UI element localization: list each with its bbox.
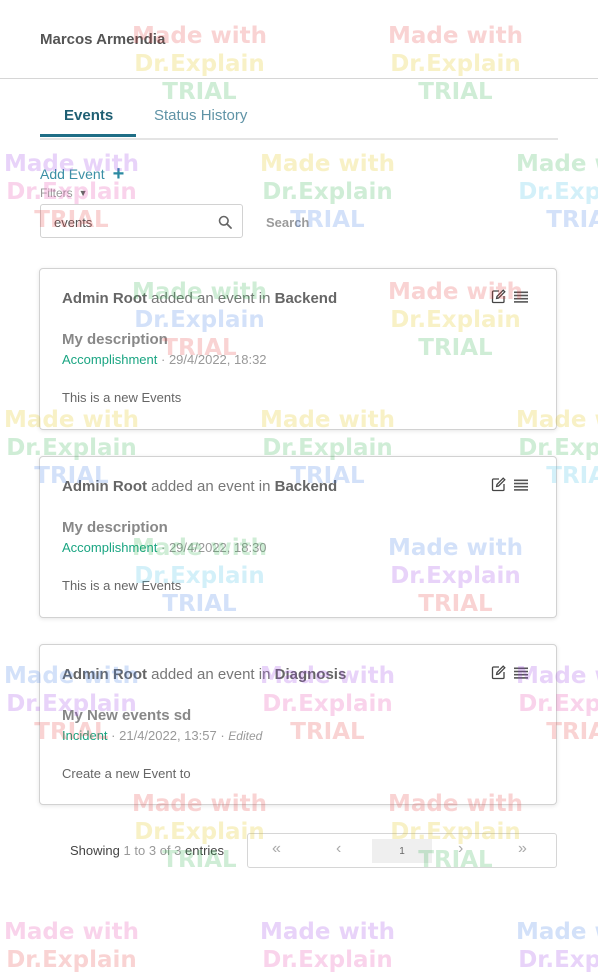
event-title: My New events sd: [62, 707, 192, 724]
meta-separator: ·: [111, 728, 120, 743]
watermark-line: Made with: [260, 919, 395, 945]
event-author: Admin Root: [62, 478, 147, 495]
watermark-line: Made with: [516, 919, 598, 945]
event-description: This is a new Events: [62, 390, 182, 405]
tab-events[interactable]: Events: [64, 107, 113, 124]
meta-separator: ·: [161, 540, 169, 555]
event-meta: Accomplishment · 29/4/2022, 18:32: [62, 352, 267, 367]
watermark: Made with Dr.Explain: [260, 918, 395, 974]
showing-total: 3: [174, 843, 182, 858]
menu-icon[interactable]: [514, 291, 528, 303]
event-added-text: added an event in: [151, 478, 271, 495]
plus-icon: +: [112, 163, 125, 185]
watermark-line: Made with: [4, 919, 139, 945]
watermark-line: Dr.Explain: [518, 947, 598, 973]
event-title: My description: [62, 331, 168, 348]
showing-from: 1: [123, 843, 131, 858]
menu-icon[interactable]: [514, 479, 528, 491]
watermark-line: Dr.Explain: [262, 947, 393, 973]
event-header: Admin Root added an event in Backend: [62, 478, 337, 495]
event-type: Accomplishment: [62, 540, 158, 555]
search-button[interactable]: Search: [266, 215, 309, 230]
event-description: This is a new Events: [62, 578, 182, 593]
event-card: Admin Root added an event in Backend My …: [39, 268, 557, 430]
event-title: My description: [62, 519, 168, 536]
add-event-label: Add Event: [40, 166, 105, 182]
filters-label: Filters: [40, 186, 73, 200]
showing-suffix: entries: [185, 843, 225, 858]
edit-icon[interactable]: [491, 289, 506, 304]
event-meta: Incident · 21/4/2022, 13:57 · Edited: [62, 728, 262, 743]
search-icon[interactable]: [218, 215, 232, 229]
watermark-line: Dr.Explain: [6, 947, 137, 973]
watermark-line: Dr.Explain: [262, 179, 393, 205]
edit-icon[interactable]: [491, 665, 506, 680]
event-category: Backend: [274, 478, 338, 495]
event-added-text: added an event in: [151, 666, 271, 683]
edited-label: Edited: [228, 729, 263, 743]
first-page-button[interactable]: «: [272, 840, 281, 858]
last-page-button[interactable]: »: [518, 840, 527, 858]
prev-page-button[interactable]: ‹: [336, 840, 341, 858]
tab-status-history[interactable]: Status History: [154, 107, 247, 124]
showing-of-word: of: [159, 843, 171, 858]
event-datetime: 21/4/2022, 13:57: [119, 728, 217, 743]
watermark-line: TRIAL: [546, 207, 598, 233]
menu-icon[interactable]: [514, 667, 528, 679]
event-author: Admin Root: [62, 290, 147, 307]
edit-icon[interactable]: [491, 477, 506, 492]
current-page-button[interactable]: 1: [372, 839, 432, 863]
add-event-button[interactable]: Add Event +: [40, 163, 125, 185]
active-tab-indicator: [40, 134, 136, 137]
event-datetime: 29/4/2022, 18:30: [168, 540, 267, 555]
watermark-line: Made with: [260, 151, 395, 177]
filters-dropdown[interactable]: Filters ▼: [40, 186, 88, 200]
next-page-button[interactable]: ›: [458, 840, 463, 858]
event-datetime: 29/4/2022, 18:32: [168, 352, 267, 367]
watermark: Made with Dr.Explain: [4, 918, 139, 974]
showing-to-word: to: [134, 843, 146, 858]
event-header: Admin Root added an event in Backend: [62, 290, 337, 307]
event-meta: Accomplishment · 29/4/2022, 18:30: [62, 540, 267, 555]
watermark-line: Made with: [516, 151, 598, 177]
event-category: Backend: [274, 290, 338, 307]
event-author: Admin Root: [62, 666, 147, 683]
caret-down-icon: ▼: [78, 188, 88, 198]
event-added-text: added an event in: [151, 290, 271, 307]
page-header: Marcos Armendia: [0, 0, 598, 79]
user-name: Marcos Armendia: [40, 31, 166, 48]
showing-to: 3: [148, 843, 157, 858]
search-input[interactable]: [54, 213, 204, 231]
event-type: Incident: [62, 728, 108, 743]
event-type: Accomplishment: [62, 352, 158, 367]
event-header: Admin Root added an event in Diagnosis: [62, 666, 346, 683]
event-card: Admin Root added an event in Diagnosis M…: [39, 644, 557, 805]
meta-separator: ·: [161, 352, 169, 367]
showing-prefix: Showing: [70, 843, 120, 858]
pagination: « ‹ 1 › »: [247, 833, 557, 868]
entries-info: Showing 1 to 3 of 3 entries: [70, 843, 224, 858]
event-description: Create a new Event to: [62, 766, 191, 781]
watermark-line: Dr.Explain: [518, 179, 598, 205]
event-category: Diagnosis: [274, 666, 347, 683]
watermark: Made with Dr.Explain: [516, 918, 598, 974]
tab-bar: Events Status History: [40, 100, 558, 140]
watermark: Made with Dr.Explain TRIAL: [516, 150, 598, 234]
event-card: Admin Root added an event in Backend My …: [39, 456, 557, 618]
search-box: [40, 204, 243, 238]
